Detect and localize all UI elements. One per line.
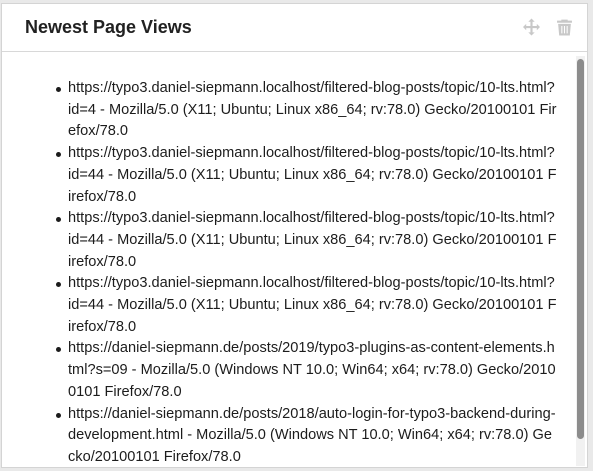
widget-header: Newest Page Views bbox=[2, 4, 587, 52]
list-item: https://daniel-siepmann.de/posts/2018/au… bbox=[56, 404, 557, 467]
page-views-list: https://typo3.daniel-siepmann.localhost/… bbox=[2, 53, 587, 467]
list-item: https://typo3.daniel-siepmann.localhost/… bbox=[56, 78, 557, 143]
dashboard-widget: Newest Page Views https://typo3.daniel-s… bbox=[1, 3, 588, 468]
widget-title: Newest Page Views bbox=[25, 17, 192, 37]
move-icon[interactable] bbox=[523, 18, 540, 36]
list-item: https://typo3.daniel-siepmann.localhost/… bbox=[56, 273, 557, 338]
scrollbar[interactable] bbox=[576, 56, 585, 466]
list-item: https://typo3.daniel-siepmann.localhost/… bbox=[56, 143, 557, 208]
list-item: https://typo3.daniel-siepmann.localhost/… bbox=[56, 208, 557, 273]
trash-icon[interactable] bbox=[556, 18, 573, 36]
widget-actions bbox=[523, 18, 573, 36]
list-item: https://daniel-siepmann.de/posts/2019/ty… bbox=[56, 338, 557, 403]
widget-content: https://typo3.daniel-siepmann.localhost/… bbox=[2, 53, 587, 467]
scrollbar-thumb[interactable] bbox=[577, 59, 584, 439]
